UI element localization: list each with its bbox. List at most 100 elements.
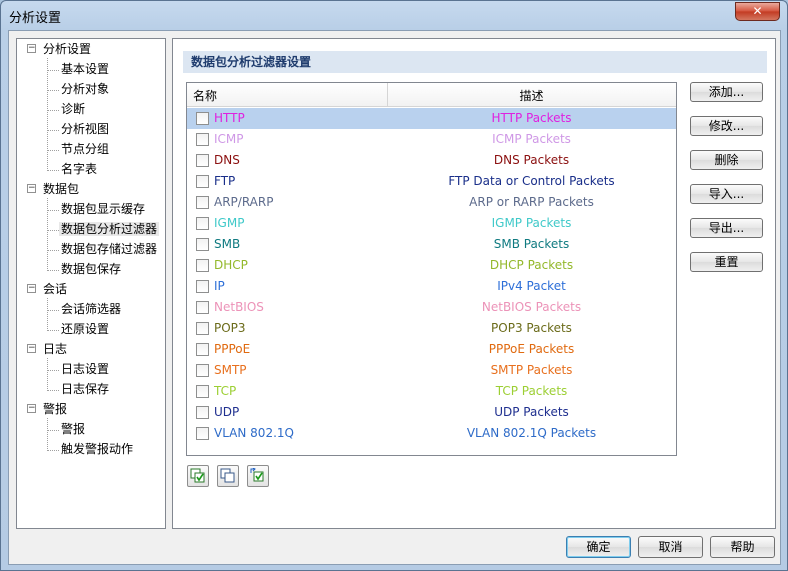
tree-connector <box>47 430 59 431</box>
tree-item[interactable]: 诊断 <box>59 100 87 118</box>
tree-connector <box>47 450 59 451</box>
select-all-button[interactable] <box>187 465 209 487</box>
filter-row[interactable]: NetBIOS NetBIOS Packets <box>187 297 676 318</box>
tree-item[interactable]: 基本设置 <box>59 60 111 78</box>
tree-item[interactable]: 名字表 <box>59 160 99 178</box>
tree-item[interactable]: 日志保存 <box>59 380 111 398</box>
filter-name: DHCP <box>214 258 248 272</box>
tree-expander[interactable]: − <box>27 44 36 53</box>
filter-row[interactable]: IP IPv4 Packet <box>187 276 676 297</box>
filter-checkbox[interactable] <box>196 280 209 293</box>
dialog-window: 分析设置 ✕ − 分析设置 基本设置 分析对象 诊断 分析视图 节点分组 名字表 − 数据包 数据包… <box>0 0 788 571</box>
filter-panel: 数据包分析过滤器设置 名称 描述 HTTP HTTP Packets ICMP ICM… <box>172 38 776 529</box>
filter-checkbox[interactable] <box>196 385 209 398</box>
title-bar[interactable]: 分析设置 ✕ <box>1 1 787 31</box>
tree-item[interactable]: 数据包显示缓存 <box>59 200 147 218</box>
filter-row[interactable]: SMTP SMTP Packets <box>187 360 676 381</box>
delete-button[interactable]: 删除 <box>690 150 763 170</box>
filter-checkbox[interactable] <box>196 217 209 230</box>
filter-checkbox[interactable] <box>196 427 209 440</box>
tree-item-label: 分析对象 <box>61 82 110 96</box>
add-button[interactable]: 添加... <box>690 82 763 102</box>
import-button[interactable]: 导入... <box>690 184 763 204</box>
filter-row[interactable]: UDP UDP Packets <box>187 402 676 423</box>
filter-row[interactable]: SMB SMB Packets <box>187 234 676 255</box>
filter-row[interactable]: TCP TCP Packets <box>187 381 676 402</box>
dialog-client: − 分析设置 基本设置 分析对象 诊断 分析视图 节点分组 名字表 − 数据包 数据包显示缓存 数据包… <box>8 30 781 565</box>
modify-button[interactable]: 修改... <box>690 116 763 136</box>
tree-connector <box>47 170 59 171</box>
filter-checkbox[interactable] <box>196 175 209 188</box>
close-button[interactable]: ✕ <box>735 2 780 21</box>
filter-checkbox[interactable] <box>196 343 209 356</box>
tree-group[interactable]: 分析设置 <box>41 40 93 58</box>
filter-checkbox[interactable] <box>196 301 209 314</box>
tree-expander[interactable]: − <box>27 344 36 353</box>
deselect-all-button[interactable] <box>217 465 239 487</box>
tree-item-label: 警报 <box>61 422 86 436</box>
help-button[interactable]: 帮助 <box>710 536 775 558</box>
tree-item[interactable]: 数据包保存 <box>59 260 123 278</box>
filter-row[interactable]: HTTP HTTP Packets <box>187 108 676 129</box>
cancel-button[interactable]: 取消 <box>638 536 703 558</box>
tree-item[interactable]: 分析视图 <box>59 120 111 138</box>
export-button[interactable]: 导出... <box>690 218 763 238</box>
filter-name: UDP <box>214 405 240 419</box>
tree-item[interactable]: 数据包存储过滤器 <box>59 240 159 258</box>
filter-row[interactable]: DNS DNS Packets <box>187 150 676 171</box>
tree-connector <box>47 130 59 131</box>
filter-row[interactable]: FTP FTP Data or Control Packets <box>187 171 676 192</box>
filter-row[interactable]: ARP/RARP ARP or RARP Packets <box>187 192 676 213</box>
tree-group[interactable]: 日志 <box>41 340 69 358</box>
filter-checkbox[interactable] <box>196 133 209 146</box>
tree-item[interactable]: 节点分组 <box>59 140 111 158</box>
tree-item[interactable]: 触发警报动作 <box>59 440 135 458</box>
tree-group-label: 会话 <box>43 282 68 296</box>
list-header: 名称 描述 <box>187 83 676 107</box>
tree-expander[interactable]: − <box>27 404 36 413</box>
tree-item[interactable]: 会话筛选器 <box>59 300 123 318</box>
reset-button[interactable]: 重置 <box>690 252 763 272</box>
invert-selection-button[interactable] <box>247 465 269 487</box>
tree-item[interactable]: 分析对象 <box>59 80 111 98</box>
tree-group[interactable]: 警报 <box>41 400 69 418</box>
tree-connector <box>47 298 48 331</box>
filter-description: PPPoE Packets <box>488 342 575 356</box>
tree-expander[interactable]: − <box>27 284 36 293</box>
tree-group[interactable]: 数据包 <box>41 180 81 198</box>
tree-connector <box>47 70 59 71</box>
tree-group-label: 日志 <box>43 342 68 356</box>
column-header-desc[interactable]: 描述 <box>387 87 676 104</box>
filter-checkbox[interactable] <box>196 238 209 251</box>
filter-row[interactable]: IGMP IGMP Packets <box>187 213 676 234</box>
filter-checkbox[interactable] <box>196 112 209 125</box>
filter-row[interactable]: ICMP ICMP Packets <box>187 129 676 150</box>
filter-checkbox[interactable] <box>196 259 209 272</box>
tree-expander[interactable]: − <box>27 184 36 193</box>
tree-item-label: 分析视图 <box>61 122 110 136</box>
filter-description: IGMP Packets <box>491 216 572 230</box>
tree-item-label: 触发警报动作 <box>61 442 134 456</box>
tree-item[interactable]: 还原设置 <box>59 320 111 338</box>
tree-group[interactable]: 会话 <box>41 280 69 298</box>
column-header-name[interactable]: 名称 <box>193 87 217 104</box>
tree-item-label: 日志保存 <box>61 382 110 396</box>
filter-checkbox[interactable] <box>196 196 209 209</box>
tree-item-label: 数据包分析过滤器 <box>59 222 160 236</box>
filter-checkbox[interactable] <box>196 364 209 377</box>
tree-item[interactable]: 警报 <box>59 420 87 438</box>
filter-row[interactable]: POP3 POP3 Packets <box>187 318 676 339</box>
tree-connector <box>47 210 59 211</box>
filter-row[interactable]: VLAN 802.1Q VLAN 802.1Q Packets <box>187 423 676 444</box>
filter-checkbox[interactable] <box>196 406 209 419</box>
ok-button[interactable]: 确定 <box>566 536 631 558</box>
filter-checkbox[interactable] <box>196 322 209 335</box>
filter-row[interactable]: PPPoE PPPoE Packets <box>187 339 676 360</box>
filter-checkbox[interactable] <box>196 154 209 167</box>
tree-item[interactable]: 数据包分析过滤器 <box>59 220 160 238</box>
filter-row[interactable]: DHCP DHCP Packets <box>187 255 676 276</box>
tree-item-label: 基本设置 <box>61 62 110 76</box>
tree-item[interactable]: 日志设置 <box>59 360 111 378</box>
tree-connector <box>47 370 59 371</box>
filter-name: POP3 <box>214 321 246 335</box>
